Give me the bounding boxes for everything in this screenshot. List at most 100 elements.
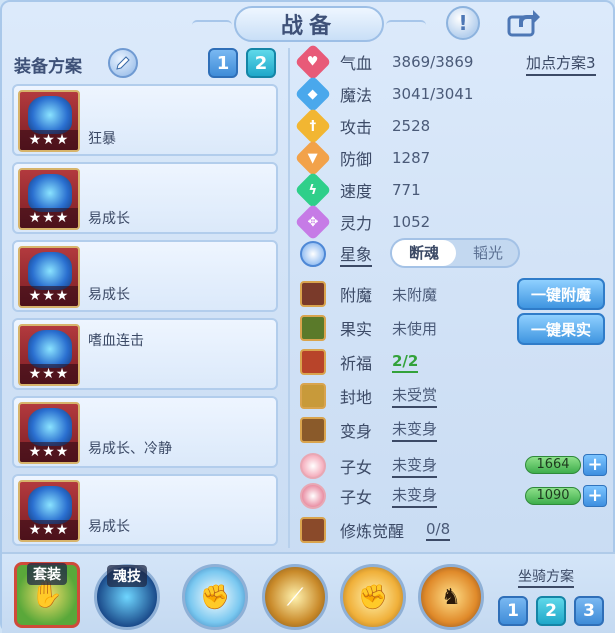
equip-plan-header: 装备方案 1 2 bbox=[12, 48, 282, 78]
star-rating: ★★★ bbox=[20, 520, 78, 540]
equip-plan-label: 装备方案 bbox=[14, 57, 82, 77]
set-skill-button[interactable]: 套装 ✋ bbox=[14, 562, 80, 628]
star-rating: ★★★ bbox=[20, 442, 78, 462]
stat-label: 速度 bbox=[340, 182, 373, 201]
share-icon bbox=[507, 10, 540, 37]
equip-plan-1-button[interactable]: 1 bbox=[208, 48, 238, 78]
stat-spd: ϟ 速度 771 bbox=[294, 171, 421, 209]
stat-label: 灵力 bbox=[340, 214, 373, 233]
cultivation-value[interactable]: 0/8 bbox=[426, 520, 451, 541]
stat-label: 魔法 bbox=[340, 86, 373, 105]
set-skill-label: 套装 bbox=[27, 563, 67, 585]
child-add-button[interactable]: + bbox=[583, 485, 607, 507]
child-exp-bar: 1664 bbox=[525, 456, 581, 474]
mount-plan-1-button[interactable]: 1 bbox=[498, 596, 528, 626]
blessing-value[interactable]: 2/2 bbox=[392, 352, 419, 373]
equipment-icon: ★★★ bbox=[18, 246, 80, 308]
one-click-fruit-button[interactable]: 一键果实 bbox=[517, 313, 605, 345]
gem-art bbox=[28, 174, 72, 212]
lightning-icon: ϟ bbox=[294, 171, 332, 209]
extra-value: 未使用 bbox=[392, 319, 438, 338]
extra-label: 附魔 bbox=[340, 286, 373, 305]
extra-label: 子女 bbox=[340, 458, 373, 477]
mount-plan-3-button[interactable]: 3 bbox=[574, 596, 604, 626]
one-click-enchant-button[interactable]: 一键附魔 bbox=[517, 278, 605, 310]
child-icon bbox=[300, 453, 326, 479]
transform-row: 变身 未变身 bbox=[298, 416, 438, 444]
title-deco-left bbox=[192, 20, 232, 30]
stat-mp: ◆ 魔法 3041/3041 bbox=[294, 75, 474, 113]
gem-art bbox=[28, 330, 72, 368]
equipment-slot[interactable]: ★★★ 狂暴 bbox=[12, 84, 278, 156]
page-title: 战备 bbox=[280, 14, 337, 39]
equipment-slot[interactable]: ★★★ 嗜血连击 bbox=[12, 318, 278, 390]
transform-value[interactable]: 未变身 bbox=[392, 418, 438, 442]
star-rating: ★★★ bbox=[20, 208, 78, 228]
extra-label: 变身 bbox=[340, 422, 373, 441]
stat-value: 1052 bbox=[392, 213, 431, 231]
equipment-slot[interactable]: ★★★ 易成长 bbox=[12, 240, 278, 312]
star-rating: ★★★ bbox=[20, 130, 78, 150]
plan-number: 1 bbox=[216, 52, 230, 74]
star-rating: ★★★ bbox=[20, 286, 78, 306]
equipment-slot[interactable]: ★★★ 易成长、冷静 bbox=[12, 396, 278, 468]
stat-value: 3041/3041 bbox=[392, 85, 474, 103]
star-sign-label[interactable]: 星象 bbox=[340, 241, 373, 267]
staff-icon: ⟋ bbox=[286, 583, 304, 611]
exclamation-icon: ! bbox=[458, 11, 468, 35]
stat-value: 2528 bbox=[392, 117, 431, 135]
equipment-icon: ★★★ bbox=[18, 168, 80, 230]
info-button[interactable]: ! bbox=[446, 6, 480, 40]
fist-icon: ✊ bbox=[200, 583, 230, 611]
fist-skill-button[interactable]: ✊ bbox=[182, 564, 248, 630]
sword-icon: † bbox=[294, 107, 332, 145]
child-exp-bar: 1090 bbox=[525, 487, 581, 505]
stat-def: ▼ 防御 1287 bbox=[294, 139, 430, 177]
equipment-effect: 狂暴 bbox=[88, 131, 116, 147]
soul-skill-label: 魂技 bbox=[107, 565, 147, 587]
child-transform-value[interactable]: 未变身 bbox=[392, 454, 438, 478]
star-sign-icon bbox=[300, 241, 326, 267]
fiefdom-value[interactable]: 未受赏 bbox=[392, 384, 438, 408]
warrior-skill-button[interactable]: ♞ bbox=[418, 564, 484, 630]
stat-label: 气血 bbox=[340, 54, 373, 73]
gem-art bbox=[28, 252, 72, 290]
plan-number: 2 bbox=[254, 52, 268, 74]
soul-skill-button[interactable]: 魂技 bbox=[94, 564, 160, 630]
equipment-slot[interactable]: ★★★ 易成长 bbox=[12, 162, 278, 234]
star-sign-option-taoguang[interactable]: 韬光 bbox=[456, 240, 520, 266]
title-banner: 战备 bbox=[192, 6, 426, 42]
stat-value: 771 bbox=[392, 181, 421, 199]
gem-art bbox=[28, 408, 72, 446]
equipment-effect: 易成长 bbox=[88, 519, 130, 535]
star-sign-toggle[interactable]: 断魂 韬光 bbox=[390, 238, 520, 268]
equipment-effect: 易成长、冷静 bbox=[88, 441, 172, 457]
mount-plan-label: 坐骑方案 bbox=[518, 566, 574, 588]
edit-plan-button[interactable] bbox=[108, 48, 138, 78]
equip-plan-2-button[interactable]: 2 bbox=[246, 48, 276, 78]
cultivation-row: 修炼觉醒 0/8 bbox=[298, 516, 451, 544]
fist-icon: ✊ bbox=[358, 583, 388, 611]
equipment-icon: ★★★ bbox=[18, 90, 80, 152]
punch-skill-button[interactable]: ✊ bbox=[340, 564, 406, 630]
share-button[interactable] bbox=[505, 8, 543, 38]
extra-label: 封地 bbox=[340, 388, 373, 407]
equipment-icon: ★★★ bbox=[18, 324, 80, 386]
equipment-effect: 易成长 bbox=[88, 287, 130, 303]
extra-label: 祈福 bbox=[340, 354, 373, 373]
battle-prep-panel: 战备 ! 装备方案 1 2 ★★★ 狂暴 ★★★ 易成长 ★★★ 易成长 ★★★… bbox=[0, 0, 615, 633]
staff-skill-button[interactable]: ⟋ bbox=[262, 564, 328, 630]
equipment-slot[interactable]: ★★★ 易成长 bbox=[12, 474, 278, 546]
child-add-button[interactable]: + bbox=[583, 454, 607, 476]
spirit-icon: ✥ bbox=[294, 203, 332, 241]
child-transform-value[interactable]: 未变身 bbox=[392, 484, 438, 508]
equipment-effect: 嗜血连击 bbox=[88, 333, 144, 349]
blessing-row: 祈福 2/2 bbox=[298, 348, 419, 376]
star-rating: ★★★ bbox=[20, 364, 78, 384]
transform-icon bbox=[300, 417, 326, 443]
child-row-2: 子女 未变身 bbox=[298, 482, 438, 510]
mount-plan-2-button[interactable]: 2 bbox=[536, 596, 566, 626]
equipment-list: ★★★ 狂暴 ★★★ 易成长 ★★★ 易成长 ★★★ 嗜血连击 ★★★ 易成长、… bbox=[12, 84, 278, 552]
addpoint-plan-link[interactable]: 加点方案3 bbox=[526, 52, 596, 76]
star-sign-option-duanhun[interactable]: 断魂 bbox=[392, 240, 456, 266]
